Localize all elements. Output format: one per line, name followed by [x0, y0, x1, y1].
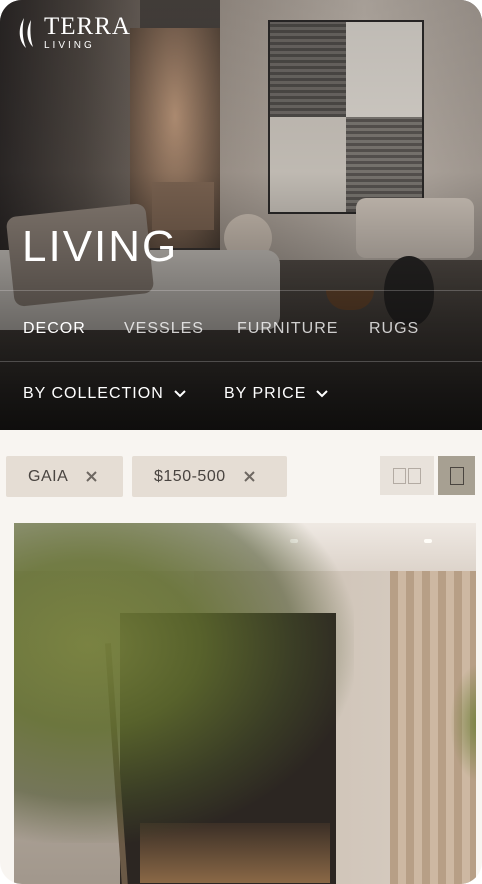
grid-view-button[interactable]: [380, 456, 434, 495]
brand-name: TERRA: [44, 13, 131, 40]
filter-chip-label: $150-500: [154, 467, 226, 485]
hero-banner: TERRA LIVING LIVING DECOR VESSLES FURNIT…: [0, 0, 482, 430]
collection-filter-dropdown[interactable]: BY COLLECTION: [23, 385, 186, 403]
collection-filter-label: BY COLLECTION: [23, 385, 164, 402]
filter-chip-gaia[interactable]: GAIA: [6, 456, 123, 497]
filter-chip-price[interactable]: $150-500: [132, 456, 287, 497]
product-image[interactable]: [14, 523, 476, 884]
grid-view-icon: [393, 467, 406, 484]
app-screen: TERRA LIVING LIVING DECOR VESSLES FURNIT…: [0, 0, 482, 884]
tab-decor[interactable]: DECOR: [23, 320, 86, 338]
chevron-down-icon: [316, 390, 329, 398]
close-icon[interactable]: [243, 471, 255, 482]
terra-leaf-logo-icon: [19, 17, 33, 48]
category-tabs: DECOR VESSLES FURNITURE RUGS: [0, 290, 482, 361]
single-view-icon: [449, 466, 464, 485]
page-title: LIVING: [22, 222, 179, 271]
tab-vessles[interactable]: VESSLES: [124, 320, 204, 338]
brand-tagline: LIVING: [44, 40, 95, 51]
price-filter-dropdown[interactable]: BY PRICE: [224, 385, 329, 403]
price-filter-label: BY PRICE: [224, 385, 307, 402]
close-icon[interactable]: [86, 471, 97, 482]
tree: [14, 523, 354, 843]
chevron-down-icon: [174, 390, 186, 398]
filter-bar: BY COLLECTION BY PRICE: [0, 361, 482, 430]
filter-chip-label: GAIA: [28, 467, 69, 485]
single-view-button[interactable]: [438, 456, 475, 495]
tab-furniture[interactable]: FURNITURE: [237, 320, 338, 338]
brand-logo[interactable]: TERRA LIVING: [16, 14, 131, 51]
tab-rugs[interactable]: RUGS: [369, 320, 419, 338]
